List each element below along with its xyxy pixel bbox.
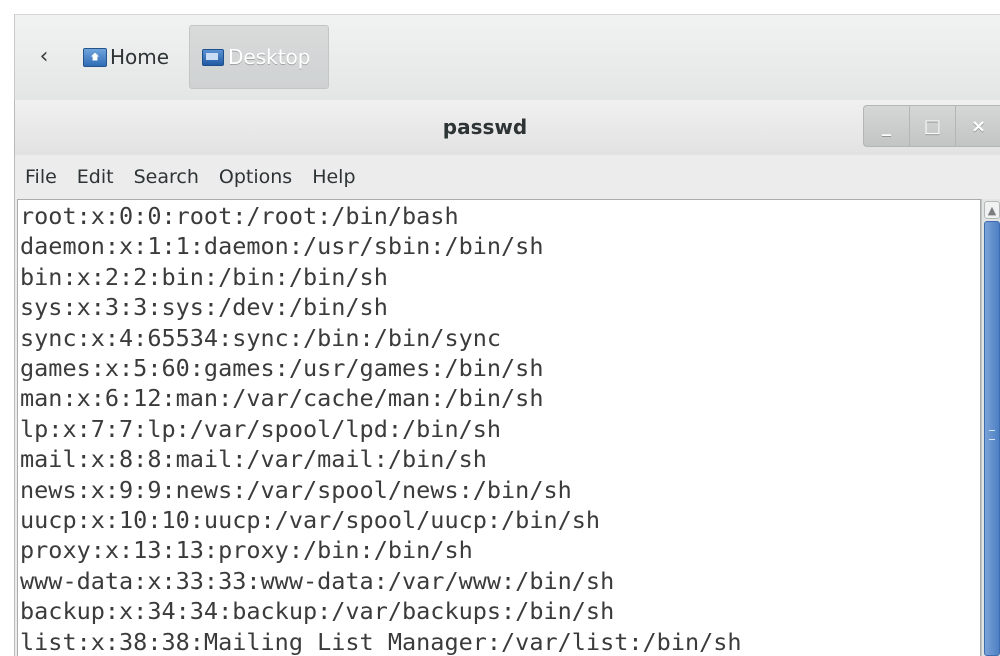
path-button-desktop-label: Desktop <box>228 45 311 69</box>
menu-help[interactable]: Help <box>302 166 365 188</box>
editor-line[interactable]: man:x:6:12:man:/var/cache/man:/bin/sh <box>18 383 980 413</box>
scrollbar-thumb[interactable] <box>984 221 1000 656</box>
window-titlebar[interactable]: passwd _ □ × <box>15 100 1000 155</box>
window-controls: _ □ × <box>863 105 1000 147</box>
vertical-scrollbar[interactable]: ▲ <box>981 199 1000 656</box>
editor-line[interactable]: lp:x:7:7:lp:/var/spool/lpd:/bin/sh <box>18 414 980 444</box>
scroll-up-arrow-icon[interactable]: ▲ <box>984 201 1000 219</box>
menu-edit[interactable]: Edit <box>67 166 124 188</box>
path-button-desktop[interactable]: Desktop <box>189 25 329 89</box>
close-button[interactable]: × <box>955 105 1000 147</box>
editor-line[interactable]: uucp:x:10:10:uucp:/var/spool/uucp:/bin/s… <box>18 505 980 535</box>
menu-search[interactable]: Search <box>124 166 209 188</box>
maximize-button[interactable]: □ <box>909 105 955 147</box>
scrollbar-grip-icon <box>989 430 995 440</box>
editor-line[interactable]: daemon:x:1:1:daemon:/usr/sbin:/bin/sh <box>18 231 980 261</box>
location-path-bar: ‹ Home Desktop <box>14 14 1000 100</box>
window-title: passwd <box>442 115 528 139</box>
editor-line[interactable]: list:x:38:38:Mailing List Manager:/var/l… <box>18 627 980 656</box>
maximize-icon: □ <box>923 115 941 137</box>
editor-line[interactable]: sys:x:3:3:sys:/dev:/bin/sh <box>18 292 980 322</box>
editor-line[interactable]: games:x:5:60:games:/usr/games:/bin/sh <box>18 353 980 383</box>
minimize-button[interactable]: _ <box>863 105 909 147</box>
menu-options[interactable]: Options <box>209 166 302 188</box>
editor-line[interactable]: root:x:0:0:root:/root:/bin/bash <box>18 201 980 231</box>
path-button-home[interactable]: Home <box>77 25 175 89</box>
home-folder-icon <box>83 47 107 67</box>
editor-line[interactable]: backup:x:34:34:backup:/var/backups:/bin/… <box>18 596 980 626</box>
menu-bar: File Edit Search Options Help <box>15 155 1000 199</box>
editor-lines: root:x:0:0:root:/root:/bin/bash daemon:x… <box>18 200 980 656</box>
menu-file[interactable]: File <box>15 166 67 188</box>
text-editor-area[interactable]: root:x:0:0:root:/root:/bin/bash daemon:x… <box>17 199 981 656</box>
editor-line[interactable]: www-data:x:33:33:www-data:/var/www:/bin/… <box>18 566 980 596</box>
minimize-icon: _ <box>882 115 891 137</box>
chevron-left-icon[interactable]: ‹ <box>35 43 53 71</box>
text-editor-window: passwd _ □ × File Edit Search Options He… <box>14 100 1000 656</box>
path-button-home-label: Home <box>110 45 170 69</box>
desktop-icon <box>202 48 224 66</box>
editor-line[interactable]: sync:x:4:65534:sync:/bin:/bin/sync <box>18 323 980 353</box>
editor-line[interactable]: proxy:x:13:13:proxy:/bin:/bin/sh <box>18 535 980 565</box>
editor-line[interactable]: news:x:9:9:news:/var/spool/news:/bin/sh <box>18 475 980 505</box>
editor-line[interactable]: bin:x:2:2:bin:/bin:/bin/sh <box>18 262 980 292</box>
screen-top-margin <box>0 0 1000 14</box>
editor-line[interactable]: mail:x:8:8:mail:/var/mail:/bin/sh <box>18 444 980 474</box>
close-icon: × <box>970 115 987 137</box>
